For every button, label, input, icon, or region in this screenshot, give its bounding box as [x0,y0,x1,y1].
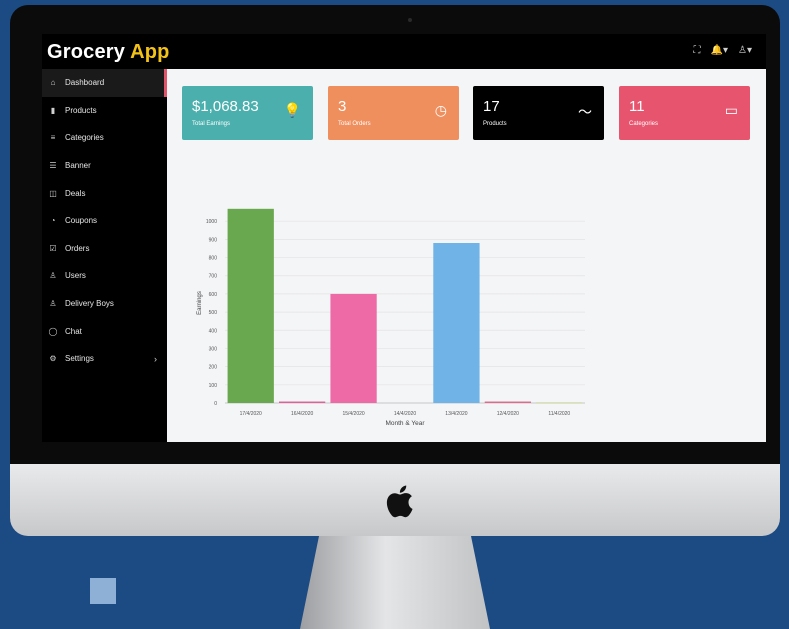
app-screen: Grocery App ⛶ 🔔▾ ♙▾ ⌂ Dashboard ▮ Products ≡… [42,34,766,442]
y-tick-label: 0 [214,401,217,407]
x-axis-label: Month & Year [385,420,425,427]
lightbulb-icon: 💡 [283,102,301,118]
sidebar-item-label: Settings [65,354,94,364]
sidebar-item-delivery-boys[interactable]: ♙ Delivery Boys [42,290,167,318]
chevron-right-icon: › [154,353,157,364]
y-tick-label: 300 [209,346,218,352]
topbar: Grocery App ⛶ 🔔▾ ♙▾ [42,34,766,69]
y-tick-label: 1000 [206,219,217,225]
delivery-icon: ♙ [49,299,57,309]
bar-12/4/2020 [484,401,531,403]
chat-icon: ◯ [48,326,58,336]
x-tick-label: 13/4/2020 [445,411,467,417]
y-axis-label: Earnings [197,291,203,315]
sidebar-item-deals[interactable]: ◫ Deals [42,179,167,207]
sidebar-item-label: Orders [65,243,90,253]
stat-label: Total Earnings [192,121,231,127]
sidebar-item-chat[interactable]: ◯ Chat [42,317,167,345]
x-tick-label: 15/4/2020 [342,411,364,417]
background-square [90,578,116,604]
stat-label: Total Orders [338,121,371,127]
x-tick-label: 11/4/2020 [548,411,570,417]
stat-card-total-orders[interactable]: 3 Total Orders ◷ [328,86,459,140]
sidebar-item-label: Dashboard [65,78,105,88]
list-icon: ≡ [50,133,56,143]
brand-accent: App [130,41,170,63]
user-icon[interactable]: ♙▾ [738,45,752,56]
sidebar-item-categories[interactable]: ≡ Categories [42,124,167,152]
bar-17/4/2020 [227,208,274,403]
sidebar-item-dashboard[interactable]: ⌂ Dashboard [42,69,167,97]
sidebar-item-coupons[interactable]: ◔ Coupons [42,207,167,235]
earnings-chart: 0 100 200 300 400 500 600 700 800 900 1000 17/4/202… [175,179,595,449]
tag-icon: ◫ [49,188,57,198]
app-brand[interactable]: Grocery App [47,41,170,64]
sidebar-item-label: Coupons [65,216,98,226]
coupon-icon: ◔ [50,216,56,226]
orders-icon: ☑ [49,243,57,253]
stat-card-products[interactable]: 17 Products 〜 [473,86,604,140]
y-tick-label: 500 [209,310,218,316]
y-tick-label: 800 [209,256,218,262]
y-tick-label: 200 [209,365,218,371]
brand-name: Grocery [47,41,126,63]
x-tick-label: 16/4/2020 [291,411,313,417]
fullscreen-icon[interactable]: ⛶ [694,45,701,56]
sidebar: ⌂ Dashboard ▮ Products ≡ Categories ☰ Banner ◫ De… [42,69,167,442]
earnings-chart-svg: 0 100 200 300 400 500 600 700 800 900 1000 17/4/202… [197,208,585,427]
sidebar-item-orders[interactable]: ☑ Orders [42,235,167,263]
sidebar-item-label: Deals [65,188,86,198]
sidebar-item-banner[interactable]: ☰ Banner [42,152,167,180]
sidebar-item-users[interactable]: ♙ Users [42,262,167,290]
y-tick-label: 100 [209,383,218,389]
stat-label: Categories [629,121,659,127]
users-icon: ♙ [49,271,57,281]
bar-13/4/2020 [433,243,480,403]
x-tick-label: 14/4/2020 [394,411,416,417]
sidebar-item-settings[interactable]: ⚙ Settings › [42,345,167,373]
sidebar-item-label: Users [65,271,86,281]
stat-value: 11 [629,98,645,115]
stat-card-total-earnings[interactable]: $1,068.83 Total Earnings 💡 [182,86,313,140]
y-tick-label: 600 [209,292,218,298]
stat-value: 17 [483,98,500,115]
clock-icon: ◷ [434,102,447,118]
y-tick-label: 700 [209,274,218,280]
bar-15/4/2020 [330,293,377,403]
x-tick-label: 17/4/2020 [240,411,262,417]
folder-icon: ▭ [724,102,738,118]
settings-icon: ⚙ [49,354,57,364]
home-icon: ⌂ [50,78,56,88]
sidebar-item-label: Products [65,105,97,115]
bar-16/4/2020 [279,401,326,403]
sidebar-item-label: Chat [65,326,82,336]
stat-label: Products [483,121,507,127]
x-tick-label: 12/4/2020 [497,411,519,417]
y-tick-label: 400 [209,328,218,334]
camera [408,18,412,22]
bell-icon[interactable]: 🔔▾ [711,45,728,56]
main-content: $1,068.83 Total Earnings 💡 3 Total Orders ◷ 17… [167,69,766,442]
stat-value: $1,068.83 [192,98,259,115]
y-tick-label: 900 [209,237,218,243]
monitor-stand [300,536,490,629]
apple-logo-icon [386,485,413,518]
sidebar-item-label: Delivery Boys [65,299,114,309]
stat-value: 3 [338,98,347,115]
sidebar-item-products[interactable]: ▮ Products [42,97,167,125]
stat-card-categories[interactable]: 11 Categories ▭ [619,86,750,140]
trend-icon: 〜 [578,104,592,120]
bar-11/4/2020 [536,402,583,403]
sidebar-item-label: Banner [65,161,91,171]
menu-icon: ☰ [49,161,57,171]
sidebar-item-label: Categories [65,133,104,143]
bar-chart-icon: ▮ [50,105,56,115]
